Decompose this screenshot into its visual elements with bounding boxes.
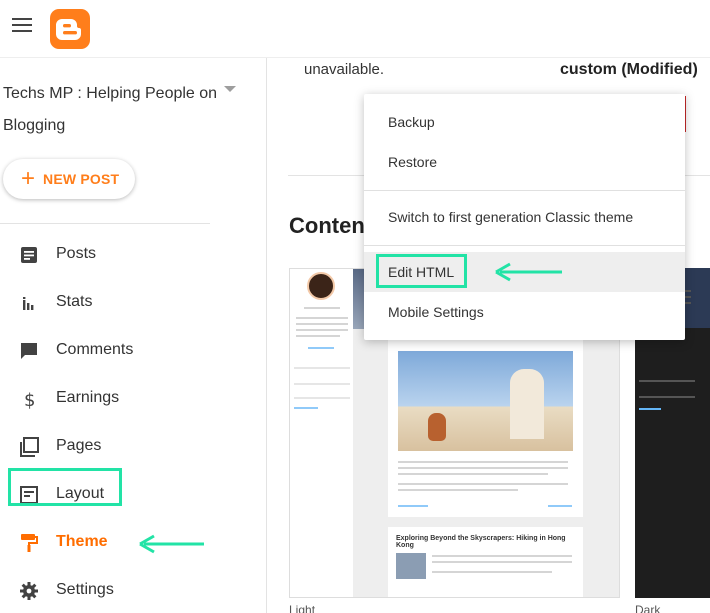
gear-icon xyxy=(20,582,38,600)
theme-status: custom (Modified) xyxy=(560,61,698,78)
arrow-annotation-icon xyxy=(495,262,562,282)
sidebar-item-comments[interactable]: Comments xyxy=(0,329,267,373)
sidebar-item-label: Pages xyxy=(56,437,102,454)
new-post-button[interactable]: + NEW POST xyxy=(3,159,135,199)
menu-item-label: Backup xyxy=(388,114,435,130)
menu-item-label: Restore xyxy=(388,154,438,170)
menu-item-restore[interactable]: Restore xyxy=(364,142,685,182)
sidebar-item-label: Earnings xyxy=(56,389,120,406)
theme-roller-icon xyxy=(21,534,38,552)
comments-icon xyxy=(21,343,37,359)
menu-divider xyxy=(364,245,685,246)
preview-avatar xyxy=(307,272,335,300)
sidebar-item-label: Theme xyxy=(56,533,108,550)
blog-selector-caret-icon[interactable] xyxy=(224,86,236,92)
sidebar-item-earnings[interactable]: $ Earnings xyxy=(0,377,267,421)
sidebar-item-settings[interactable]: Settings xyxy=(0,569,267,613)
top-bar xyxy=(0,0,710,58)
status-text: unavailable. xyxy=(304,61,385,78)
plus-icon: + xyxy=(21,165,36,192)
preview-post-title: Exploring Beyond the Skyscrapers: Hiking… xyxy=(396,535,566,549)
menu-item-backup[interactable]: Backup xyxy=(364,102,685,142)
stats-icon xyxy=(23,297,34,310)
hamburger-menu-icon[interactable] xyxy=(12,18,32,34)
preview-post-card xyxy=(388,339,583,517)
preview-post-card-2: Exploring Beyond the Skyscrapers: Hiking… xyxy=(388,527,583,597)
preview-sidebar xyxy=(290,269,353,597)
dollar-icon: $ xyxy=(24,390,35,410)
preview-post-photo xyxy=(398,351,573,451)
new-post-label: NEW POST xyxy=(43,171,120,187)
sidebar-item-label: Settings xyxy=(56,581,114,598)
arrow-annotation-icon xyxy=(139,534,204,554)
menu-item-classic-theme[interactable]: Switch to first generation Classic theme xyxy=(364,197,685,237)
svg-text:$: $ xyxy=(24,390,35,410)
section-heading: Conten xyxy=(289,213,365,238)
sidebar-item-label: Comments xyxy=(56,341,134,358)
sidebar-item-stats[interactable]: Stats xyxy=(0,281,267,325)
posts-icon xyxy=(21,247,37,263)
sidebar: Techs MP : Helping People on Blogging + … xyxy=(0,58,267,613)
blog-title[interactable]: Techs MP : Helping People on Blogging xyxy=(3,78,223,142)
sidebar-item-posts[interactable]: Posts xyxy=(0,233,267,277)
edit-html-highlight-box xyxy=(376,254,467,288)
sidebar-item-theme[interactable]: Theme xyxy=(0,521,267,565)
menu-item-label: Mobile Settings xyxy=(388,304,484,320)
preview-dark-caption: Dark xyxy=(635,603,661,613)
menu-item-label: Switch to first generation Classic theme xyxy=(388,209,634,225)
pages-icon xyxy=(20,437,39,457)
sidebar-item-label: Stats xyxy=(56,293,93,310)
theme-options-menu: Backup Restore Switch to first generatio… xyxy=(364,94,685,340)
sidebar-item-label: Posts xyxy=(56,245,97,262)
theme-highlight-box xyxy=(8,468,122,506)
blogger-logo-icon[interactable] xyxy=(50,9,90,49)
sidebar-item-pages[interactable]: Pages xyxy=(0,425,267,469)
sidebar-divider xyxy=(0,223,210,224)
menu-divider xyxy=(364,190,685,191)
preview-light-caption: Light xyxy=(289,603,316,613)
menu-item-mobile-settings[interactable]: Mobile Settings xyxy=(364,292,685,332)
